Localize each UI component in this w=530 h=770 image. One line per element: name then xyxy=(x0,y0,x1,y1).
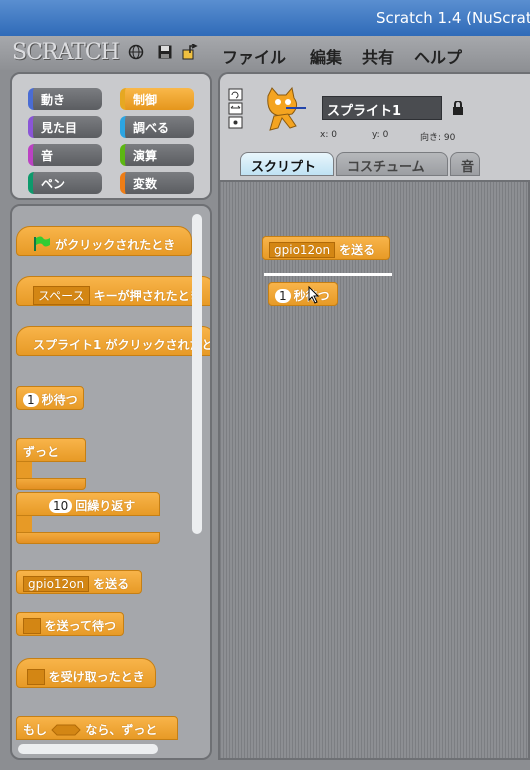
category-motion[interactable]: 動き xyxy=(28,88,102,110)
block-forever-if[interactable]: もし なら、ずっと xyxy=(16,716,178,740)
block-broadcast-and-wait[interactable]: を送って待つ xyxy=(16,612,124,636)
green-flag-icon xyxy=(34,236,50,251)
category-looks[interactable]: 見た目 xyxy=(28,116,102,138)
drop-indicator xyxy=(264,273,392,276)
sprite-x: x: 0 xyxy=(320,130,337,140)
boolean-slot[interactable] xyxy=(51,724,81,736)
key-dropdown[interactable]: スペース xyxy=(33,286,90,305)
block-repeat[interactable]: 10 回繰り返す xyxy=(16,492,160,516)
script-broadcast-block[interactable]: gpio12on を送る xyxy=(262,236,390,260)
script-broadcast-dropdown[interactable]: gpio12on xyxy=(269,242,336,258)
save-icon[interactable] xyxy=(157,44,173,60)
scratch-app: 動き 制御 見た目 調べる 音 演算 ペン 変数 がクリックされたとき スペース… xyxy=(0,70,530,770)
globe-icon[interactable] xyxy=(128,44,144,60)
block-label: スプライト1 がクリックされたとき xyxy=(33,338,212,352)
tab-costumes[interactable]: コスチューム xyxy=(336,152,448,176)
palette-horizontal-scrollbar[interactable] xyxy=(18,744,158,754)
title-bar: Scratch 1.4 (NuScratch xyxy=(0,0,530,36)
receive-dropdown[interactable] xyxy=(27,669,45,685)
script-wait-input[interactable]: 1 xyxy=(275,289,291,303)
script-wait-block[interactable]: 1秒待つ xyxy=(268,282,338,306)
block-label: ずっと xyxy=(23,445,60,459)
block-when-flag-clicked[interactable]: がクリックされたとき xyxy=(16,226,192,256)
lock-icon[interactable] xyxy=(452,101,464,115)
block-broadcast[interactable]: gpio12on を送る xyxy=(16,570,142,594)
block-repeat-bottom xyxy=(16,532,160,544)
sprite-y: y: 0 xyxy=(372,130,389,140)
block-label: キーが押されたとき xyxy=(93,289,202,303)
block-label: を送る xyxy=(339,243,376,257)
block-label: を送る xyxy=(93,577,130,591)
category-control[interactable]: 制御 xyxy=(120,88,194,110)
mouse-cursor-icon xyxy=(308,286,320,304)
block-repeat-arm xyxy=(16,516,32,532)
sprite-header: スプライト1 x: 0 y: 0 向き: 90 スクリプト コスチューム 音 xyxy=(218,72,530,182)
sprite-name-field[interactable]: スプライト1 xyxy=(322,96,442,120)
block-label: を受け取ったとき xyxy=(48,670,145,684)
category-panel: 動き 制御 見た目 調べる 音 演算 ペン 変数 xyxy=(10,72,212,200)
category-variables[interactable]: 変数 xyxy=(120,172,194,194)
broadcast-dropdown[interactable]: gpio12on xyxy=(23,576,90,592)
menu-edit[interactable]: 編集 xyxy=(310,44,342,68)
script-area[interactable]: gpio12onを送る 1秒待つ xyxy=(218,180,530,760)
palette-vertical-scrollbar[interactable] xyxy=(192,214,202,534)
block-when-i-receive[interactable]: を受け取ったとき xyxy=(16,658,156,688)
block-wait[interactable]: 1 秒待つ xyxy=(16,386,84,410)
block-label: を送って待つ xyxy=(44,619,117,633)
block-label: がクリックされたとき xyxy=(55,238,176,252)
menu-bar: SCRATCH ファイル 編集 共有 ヘルプ xyxy=(0,36,530,70)
menu-file[interactable]: ファイル xyxy=(222,44,286,68)
repeat-input[interactable]: 10 xyxy=(49,499,73,513)
broadcast-wait-dropdown[interactable] xyxy=(23,618,41,634)
block-when-key-pressed[interactable]: スペース キーが押されたとき xyxy=(16,276,210,306)
rotation-style-icons[interactable] xyxy=(228,88,244,130)
block-forever[interactable]: ずっと xyxy=(16,438,86,462)
tab-sounds[interactable]: 音 xyxy=(450,152,480,176)
menu-help[interactable]: ヘルプ xyxy=(414,44,462,68)
block-palette: がクリックされたとき スペース キーが押されたとき スプライト1 がクリックされた… xyxy=(10,204,212,760)
block-label: もし xyxy=(23,723,48,737)
sprite-thumbnail-cat xyxy=(267,86,306,131)
tab-scripts[interactable]: スクリプト xyxy=(240,152,334,176)
block-forever-bottom xyxy=(16,478,86,490)
menu-share[interactable]: 共有 xyxy=(362,44,394,68)
sprite-direction: 向き: 90 xyxy=(420,133,456,143)
category-sensing[interactable]: 調べる xyxy=(120,116,194,138)
wait-input[interactable]: 1 xyxy=(23,393,39,407)
scratch-logo: SCRATCH xyxy=(12,40,120,65)
share-project-icon[interactable] xyxy=(182,44,198,60)
block-when-sprite-clicked[interactable]: スプライト1 がクリックされたとき xyxy=(16,326,212,356)
category-sound[interactable]: 音 xyxy=(28,144,102,166)
block-label: 秒待つ xyxy=(41,393,78,407)
category-operators[interactable]: 演算 xyxy=(120,144,194,166)
block-label: 回繰り返す xyxy=(75,499,136,513)
window-title: Scratch 1.4 (NuScratch xyxy=(376,9,530,27)
block-label: なら、ずっと xyxy=(85,723,158,737)
category-pen[interactable]: ペン xyxy=(28,172,102,194)
